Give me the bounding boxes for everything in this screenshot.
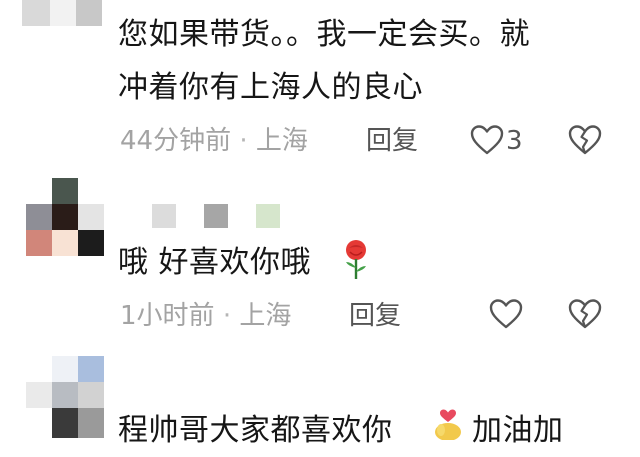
comment-text-line: 冲着你有上海人的良心 bbox=[118, 70, 423, 105]
broken-heart-icon[interactable] bbox=[568, 298, 602, 330]
avatar[interactable] bbox=[26, 356, 104, 438]
comment-text-line: 哦 好喜欢你哦 bbox=[118, 245, 312, 280]
comment-text-line: 加油加 bbox=[472, 413, 564, 448]
comment-location: 上海 bbox=[239, 301, 292, 331]
heart-sticker-icon bbox=[435, 409, 461, 440]
broken-heart-icon[interactable] bbox=[568, 124, 602, 156]
rose-icon bbox=[346, 240, 366, 279]
like-count: 3 bbox=[506, 126, 523, 156]
comment-time: 44分钟前 bbox=[120, 126, 232, 156]
comment-text-line: 程帅哥大家都喜欢你 bbox=[118, 413, 393, 448]
comment-text: 哦 好喜欢你哦 bbox=[118, 236, 311, 289]
comment-meta: 44分钟前 · 上海 bbox=[120, 126, 308, 156]
reply-button[interactable]: 回复 bbox=[349, 301, 401, 331]
comment-text-line: 您如果带货。。我一定会买。就 bbox=[118, 17, 530, 52]
comment-time: 1小时前 bbox=[120, 301, 215, 331]
username-redacted[interactable] bbox=[152, 204, 282, 228]
meta-separator: · bbox=[239, 126, 248, 156]
reply-button[interactable]: 回复 bbox=[366, 126, 418, 156]
comment-meta: 1小时前 · 上海 bbox=[120, 301, 291, 331]
heart-outline-icon[interactable] bbox=[489, 298, 523, 330]
avatar[interactable] bbox=[26, 178, 104, 256]
comment-text: 您如果带货。。我一定会买。就 冲着你有上海人的良心 bbox=[118, 8, 530, 114]
comment-text: 程帅哥大家都喜欢你 bbox=[118, 404, 393, 457]
heart-outline-icon[interactable] bbox=[470, 124, 504, 156]
avatar[interactable] bbox=[22, 0, 104, 28]
comment-location: 上海 bbox=[255, 126, 308, 156]
comment-text: 加油加 bbox=[472, 404, 564, 457]
meta-separator: · bbox=[222, 301, 232, 331]
